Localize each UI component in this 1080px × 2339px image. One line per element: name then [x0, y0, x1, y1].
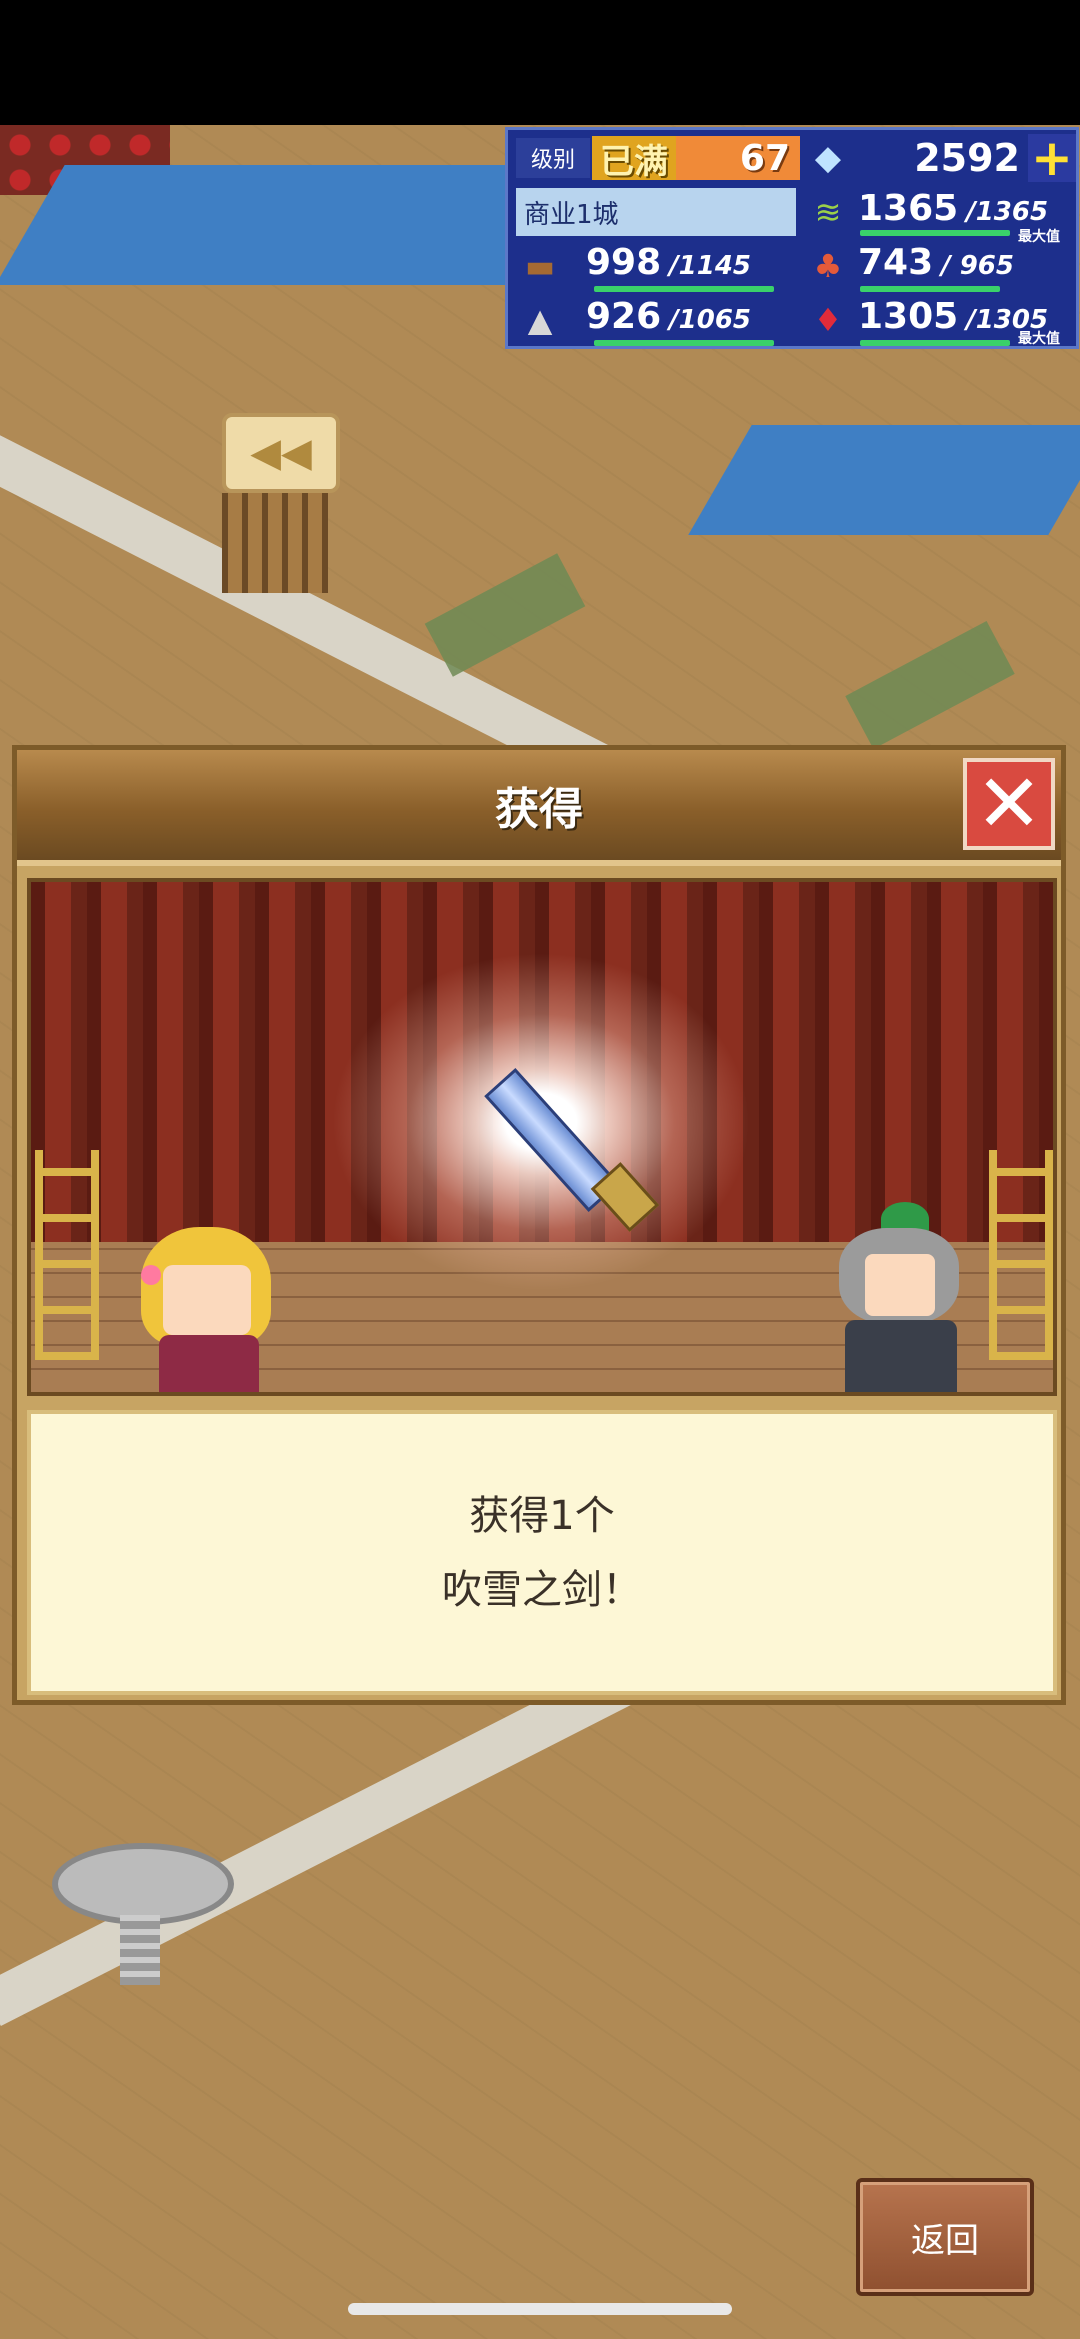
level-label: 级别 [516, 138, 590, 178]
city-name: 商业1城 [516, 188, 796, 236]
level-value: 67 [676, 136, 800, 180]
vegetables-icon: ♣ [813, 247, 843, 285]
home-indicator[interactable] [348, 2303, 732, 2315]
message-line-1: 获得1个 [469, 1492, 615, 1539]
close-icon: ✕ [975, 757, 1043, 850]
girl-character [141, 1227, 281, 1392]
river [0, 165, 585, 285]
produce-progress-bar [860, 286, 1000, 292]
reward-stage [27, 878, 1057, 1396]
ruby-icon: ♦ [813, 301, 843, 339]
wood-log-icon: ▬ [524, 247, 556, 285]
grass-patch [424, 553, 586, 677]
diamond-icon: ◆ [814, 138, 842, 178]
stone-progress-bar [594, 340, 774, 346]
back-button[interactable]: 返回 [856, 2178, 1034, 2296]
dialog-title: 获得 [495, 784, 583, 835]
wood-value: 998/1145 [586, 242, 752, 283]
grain-icon: ≋ [814, 193, 842, 231]
resource-hud: 级别 已满 67 ◆ 2592 + 商业1城 ≋ 1365/1365 最大值 ▬… [505, 127, 1079, 349]
ruby-max-tag: 最大值 [1018, 331, 1060, 347]
stone-value: 926/1065 [586, 296, 752, 337]
produce-value: 743/ 965 [858, 242, 1014, 283]
reward-message: 获得1个 吹雪之剑！ [27, 1410, 1057, 1695]
fountain[interactable] [52, 1843, 234, 1925]
item-obtained-dialog: 获得 ✕ 获得1个 吹雪之剑！ [12, 745, 1066, 1705]
watchtower[interactable] [222, 493, 328, 593]
food-progress-bar [860, 230, 1010, 236]
close-button[interactable]: ✕ [963, 758, 1055, 850]
stairs [120, 1915, 160, 1985]
ruby-progress-bar [860, 340, 1010, 346]
level-status: 已满 [592, 136, 676, 182]
stone-icon: ▲ [527, 301, 553, 339]
grass-patch [845, 620, 1015, 750]
gem-count: 2592 [914, 136, 1020, 180]
advisor-character [831, 1202, 971, 1392]
status-bar [0, 0, 1080, 125]
wood-progress-bar [594, 286, 774, 292]
river-east [688, 425, 1080, 535]
message-line-2: 吹雪之剑！ [442, 1566, 642, 1613]
ladder-left [35, 1150, 99, 1360]
ladder-right [989, 1150, 1053, 1360]
add-gems-button[interactable]: + [1028, 133, 1076, 183]
rewind-icon[interactable]: ◀◀ [222, 413, 340, 493]
